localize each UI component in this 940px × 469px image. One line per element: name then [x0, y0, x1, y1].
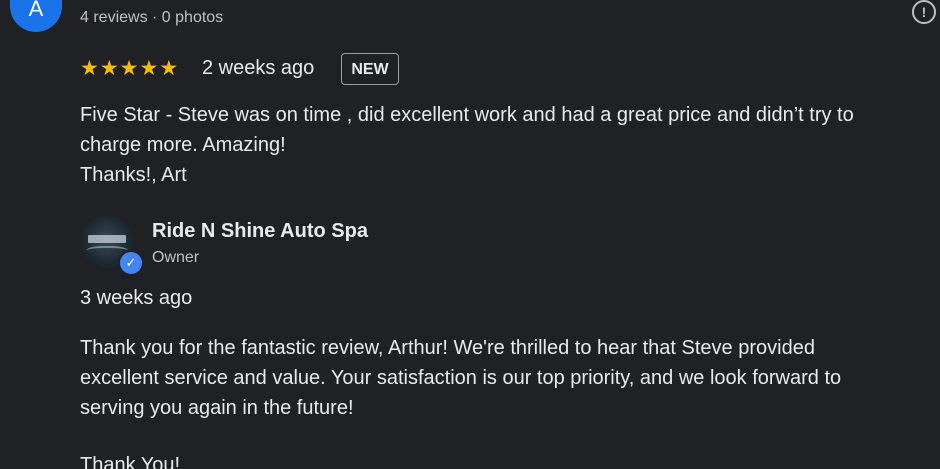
- review-text-line: Five Star - Steve was on time , did exce…: [80, 104, 854, 126]
- owner-role: Owner: [152, 249, 200, 266]
- reviewer-avatar[interactable]: A: [10, 0, 62, 32]
- star-rating: ★ ★ ★ ★ ★: [80, 58, 178, 80]
- star-icon: ★: [99, 57, 119, 80]
- reply-text-line: Thank you for the fantastic review, Arth…: [80, 337, 815, 359]
- owner-logo-text-graphic: [88, 235, 126, 243]
- review-text: Five Star - Steve was on time , did exce…: [80, 100, 930, 190]
- star-icon: ★: [159, 57, 179, 80]
- reviewer-name-redacted: [80, 0, 250, 2]
- review-text-line: charge more. Amazing!: [80, 134, 286, 156]
- star-icon: ★: [139, 57, 159, 80]
- reply-text-line: serving you again in the future!: [80, 397, 354, 419]
- reply-time: 3 weeks ago: [80, 287, 193, 309]
- review-text-line: Thanks!, Art: [80, 164, 187, 186]
- reply-signoff: Thank You!: [80, 454, 181, 469]
- reply-text: Thank you for the fantastic review, Arth…: [80, 333, 930, 423]
- verified-check-icon: ✓: [118, 250, 144, 276]
- star-icon: ★: [80, 57, 99, 80]
- reply-text-line: excellent service and value. Your satisf…: [80, 367, 842, 389]
- review-time: 2 weeks ago: [202, 57, 315, 79]
- report-flag-icon[interactable]: !: [912, 0, 936, 24]
- new-badge: NEW: [341, 53, 399, 85]
- reviewer-meta[interactable]: 4 reviews · 0 photos: [80, 9, 223, 27]
- star-icon: ★: [119, 57, 139, 80]
- owner-name[interactable]: Ride N Shine Auto Spa: [152, 220, 368, 243]
